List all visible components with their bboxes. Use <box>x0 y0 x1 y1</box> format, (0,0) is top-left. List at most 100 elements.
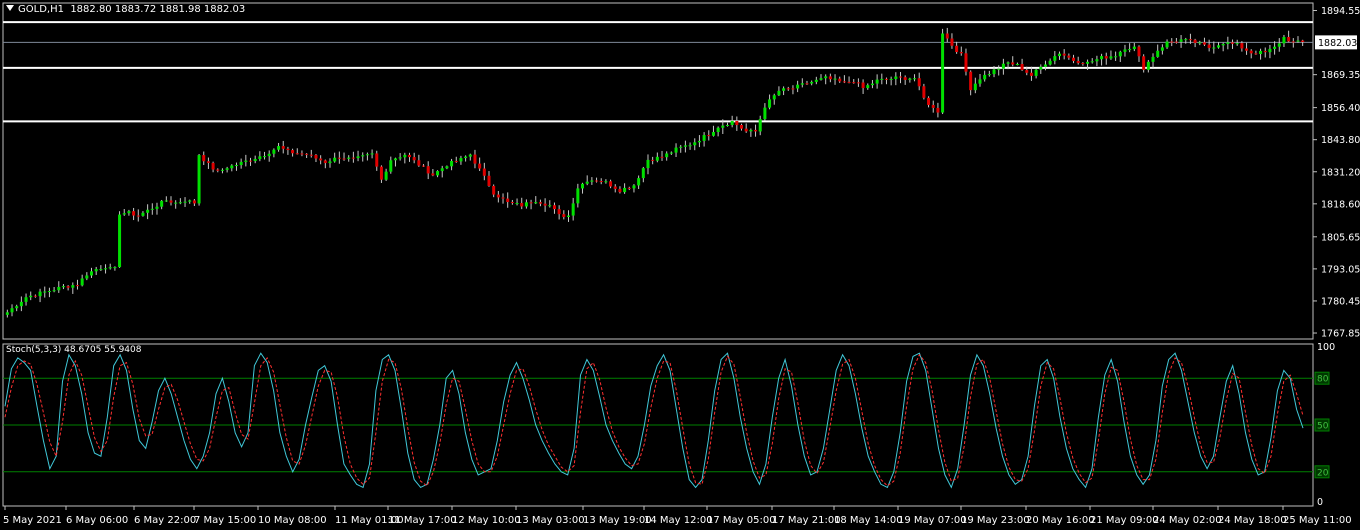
candle <box>534 196 538 205</box>
candle <box>889 76 893 86</box>
candle-body <box>524 202 528 207</box>
candle <box>618 186 622 194</box>
price-axis: 1894.55 1869.35 1856.40 1843.80 1831.20 1818.… <box>1313 6 1360 340</box>
candle <box>328 158 332 168</box>
price-tick-label: 1805.65 <box>1321 232 1360 243</box>
candle-body <box>164 200 168 202</box>
candle-body <box>155 206 159 209</box>
candle <box>482 162 486 181</box>
candle <box>501 193 505 204</box>
candle <box>637 175 641 190</box>
candle <box>188 199 192 204</box>
candle-body <box>29 295 33 298</box>
candle <box>295 148 299 155</box>
candle-body <box>192 200 196 204</box>
candle-body <box>1006 62 1010 64</box>
candle-body <box>314 154 318 159</box>
candle-body <box>398 157 402 159</box>
candle-body <box>19 301 23 307</box>
time-tick-label: 6 May 06:00 <box>66 515 128 526</box>
candle <box>1273 41 1277 55</box>
candle-body <box>468 154 472 157</box>
candle-body <box>309 154 313 156</box>
candle <box>1034 68 1038 79</box>
candle <box>1132 42 1136 52</box>
candle <box>249 157 253 166</box>
candle-body <box>1029 72 1033 76</box>
candle-body <box>552 205 556 210</box>
candle-body <box>894 76 898 79</box>
candle-body <box>426 166 430 174</box>
candle-body <box>244 160 248 162</box>
candle <box>426 161 430 180</box>
candle <box>407 152 411 162</box>
candle <box>1095 55 1099 67</box>
candle-body <box>202 155 206 162</box>
candle <box>132 207 136 221</box>
candle <box>679 144 683 153</box>
candle <box>646 154 650 175</box>
candle-body <box>623 187 627 193</box>
candle-body <box>758 119 762 132</box>
candle <box>917 72 921 91</box>
candle <box>464 155 468 162</box>
candle-body <box>61 286 65 288</box>
candle <box>786 86 790 91</box>
candle-body <box>1216 45 1220 48</box>
candle <box>393 157 397 167</box>
candle-body <box>291 150 295 154</box>
candle-body <box>1020 64 1024 71</box>
price-tick-label: 1894.55 <box>1321 6 1360 17</box>
candle-body <box>964 53 968 72</box>
candle <box>440 165 444 178</box>
candle <box>178 198 182 205</box>
candle <box>230 164 234 172</box>
candle <box>253 155 257 164</box>
candle-body <box>889 78 893 80</box>
candle-body <box>464 156 468 159</box>
candle-body <box>716 127 720 133</box>
candle <box>314 154 318 163</box>
candle <box>903 75 907 85</box>
symbol-header[interactable]: GOLD,H1 1882.80 1883.72 1881.98 1882.03 <box>6 4 245 15</box>
candle-body <box>122 213 126 215</box>
candle <box>922 83 926 100</box>
candle-body <box>931 104 935 108</box>
candle-body <box>1053 56 1057 61</box>
candle-body <box>197 155 201 204</box>
candle <box>669 151 673 155</box>
candle-body <box>267 153 271 157</box>
candle <box>1226 36 1230 50</box>
time-tick-label: 13 May 19:00 <box>583 515 652 526</box>
candle <box>725 122 729 127</box>
time-tick-label: 19 May 07:00 <box>898 515 967 526</box>
dropdown-triangle-icon[interactable] <box>6 5 14 11</box>
stochastic-label: Stoch(5,3,3) 48.6705 55.9408 <box>6 345 142 355</box>
candle-body <box>220 169 224 171</box>
candle <box>824 74 828 85</box>
candle <box>450 158 454 171</box>
candle-body <box>1273 46 1277 49</box>
candle-body <box>384 171 388 180</box>
horizontal-levels[interactable] <box>3 21 1313 123</box>
candle-body <box>768 99 772 108</box>
candle-body <box>277 146 281 150</box>
candle <box>1221 42 1225 52</box>
candle-body <box>478 163 482 169</box>
candle <box>749 128 753 137</box>
candle <box>1146 59 1150 73</box>
candle-body <box>370 153 374 155</box>
candle-body <box>730 120 734 125</box>
candle-body <box>482 168 486 176</box>
candle <box>206 157 210 169</box>
candle-body <box>99 269 103 271</box>
candle-body <box>407 154 411 158</box>
candle-body <box>637 178 641 186</box>
candle-body <box>118 214 122 268</box>
candle-body <box>57 286 61 291</box>
candle-body <box>281 146 285 149</box>
candle-body <box>1104 56 1108 59</box>
price-tick-label: 1831.20 <box>1321 167 1360 178</box>
candle <box>127 209 131 216</box>
stochastic-panel <box>3 352 1313 489</box>
